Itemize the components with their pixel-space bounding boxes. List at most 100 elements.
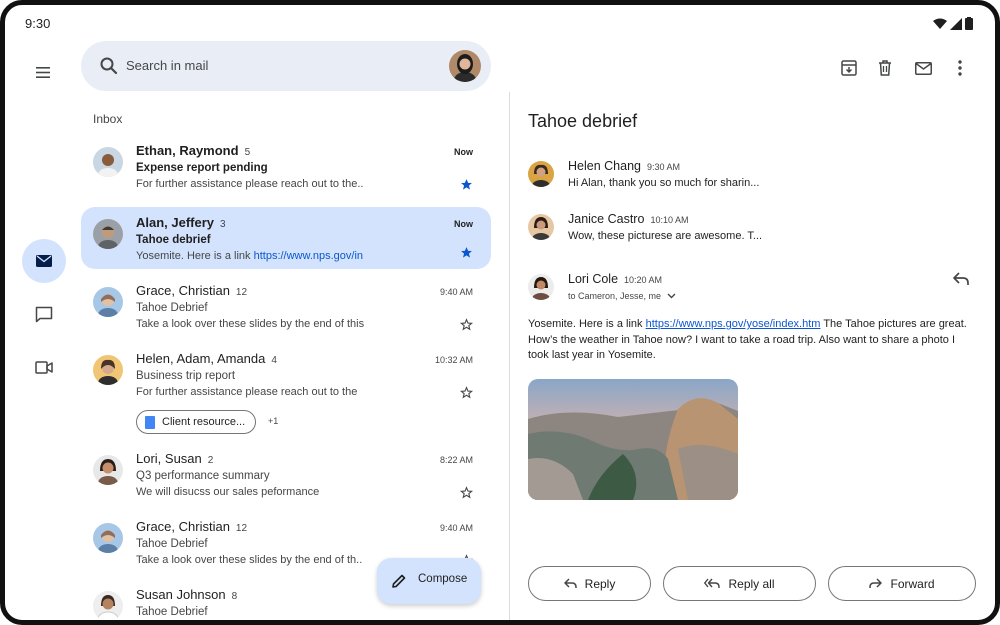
email-sender: Helen, Adam, Amanda 4 xyxy=(136,351,277,366)
status-time: 9:30 xyxy=(25,16,51,31)
delete-button[interactable] xyxy=(873,56,897,80)
message-time: 10:10 AM xyxy=(650,215,689,225)
reply-button[interactable]: Reply xyxy=(528,566,651,601)
email-row[interactable]: Grace, Christian 12 9:40 AM Tahoe Debrief… xyxy=(81,275,491,339)
message-time: 10:20 AM xyxy=(624,275,663,285)
email-subject: Tahoe Debrief xyxy=(136,302,208,314)
avatar xyxy=(528,161,554,187)
avatar xyxy=(93,219,123,249)
nav-mail[interactable] xyxy=(22,239,66,283)
star-outline-icon[interactable] xyxy=(460,486,473,499)
star-outline-icon[interactable] xyxy=(460,386,473,399)
email-snippet: Yosemite. Here is a link https://www.nps… xyxy=(136,250,364,262)
thread-count: 3 xyxy=(220,219,226,230)
mark-unread-button[interactable] xyxy=(911,56,935,80)
email-time: 9:40 AM xyxy=(439,287,473,297)
compose-label: Compose xyxy=(418,573,468,585)
signal-icon xyxy=(950,17,962,30)
avatar xyxy=(528,214,554,240)
email-row[interactable]: Lori, Susan 2 8:22 AM Q3 performance summ… xyxy=(81,443,491,507)
thread-count: 2 xyxy=(207,455,214,466)
email-row-selected[interactable]: Alan, Jeffery 3 Now Tahoe debrief Yosemit… xyxy=(81,207,491,269)
thread-message[interactable]: Helen Chang 9:30 AM Hi Alan, thank you so… xyxy=(528,159,978,191)
search-input[interactable]: Search in mail xyxy=(126,58,208,73)
avatar xyxy=(93,591,123,620)
email-time: 8:22 AM xyxy=(439,455,473,465)
pane-divider xyxy=(509,92,510,620)
star-icon[interactable] xyxy=(460,178,473,191)
thread-message-expanded[interactable]: Lori Cole 10:20 AM to Cameron, Jesse, me xyxy=(528,272,978,308)
email-snippet: Take a look over these slides by the end… xyxy=(136,554,363,566)
reply-label: Reply xyxy=(584,576,616,591)
message-sender: Helen Chang 9:30 AM xyxy=(568,159,680,173)
status-icons xyxy=(933,17,973,30)
email-subject: Tahoe Debrief xyxy=(136,606,208,618)
forward-button[interactable]: Forward xyxy=(828,566,976,601)
archive-icon xyxy=(841,60,857,76)
compose-button[interactable]: Compose xyxy=(377,558,481,604)
video-icon xyxy=(35,360,53,374)
email-row[interactable]: Ethan, Raymond 5 Now Expense report pendi… xyxy=(81,135,491,201)
forward-label: Forward xyxy=(890,576,935,591)
thread-count: 12 xyxy=(235,523,248,534)
email-time: Now xyxy=(454,219,473,229)
nav-chat[interactable] xyxy=(22,292,66,336)
message-body: Yosemite. Here is a link https://www.nps… xyxy=(528,318,967,361)
reply-all-label: Reply all xyxy=(728,576,775,591)
email-subject: Business trip report xyxy=(136,370,236,382)
trash-icon xyxy=(879,60,891,76)
email-subject: Q3 performance summary xyxy=(136,470,270,482)
chat-icon xyxy=(35,306,53,322)
more-vert-icon xyxy=(958,60,962,76)
battery-icon xyxy=(965,17,973,30)
email-snippet: For further assistance please reach out … xyxy=(136,386,358,398)
document-icon xyxy=(145,415,155,429)
email-time: 10:32 AM xyxy=(434,355,473,365)
star-icon[interactable] xyxy=(460,246,473,259)
avatar xyxy=(93,147,123,177)
attachment-name: Client resource... xyxy=(162,416,246,428)
body-link[interactable]: https://www.nps.gov/yose/index.htm xyxy=(646,318,821,330)
email-time: 9:40 AM xyxy=(439,523,473,533)
search-bar[interactable]: Search in mail xyxy=(81,41,491,91)
message-sender: Lori Cole 10:20 AM xyxy=(568,272,663,286)
email-sender: Grace, Christian 12 xyxy=(136,519,248,534)
message-snippet: Hi Alan, thank you so much for sharin... xyxy=(568,177,760,189)
nav-meet[interactable] xyxy=(22,345,66,389)
email-sender: Ethan, Raymond 5 xyxy=(136,143,251,158)
attachment-more: +1 xyxy=(268,416,279,426)
yosemite-photo[interactable] xyxy=(528,379,738,500)
thread-count: 4 xyxy=(271,355,277,366)
menu-button[interactable] xyxy=(29,58,57,86)
email-sender: Alan, Jeffery 3 xyxy=(136,215,226,230)
message-time: 9:30 AM xyxy=(646,162,680,172)
snippet-link[interactable]: https://www.nps.gov/in xyxy=(254,250,363,262)
reply-icon[interactable] xyxy=(951,269,971,289)
star-outline-icon[interactable] xyxy=(460,318,473,331)
message-snippet: Wow, these picturese are awesome. T... xyxy=(568,230,763,242)
thread-count: 5 xyxy=(244,147,251,158)
tablet-frame: 9:30 Search in mail Inbox Ethan, Raymond… xyxy=(0,0,1000,625)
more-options-button[interactable] xyxy=(948,56,972,80)
reply-all-button[interactable]: Reply all xyxy=(663,566,816,601)
email-sender: Lori, Susan 2 xyxy=(136,451,214,466)
avatar xyxy=(93,455,123,485)
email-row[interactable]: Helen, Adam, Amanda 4 10:32 AM Business t… xyxy=(81,343,491,439)
avatar xyxy=(93,287,123,317)
email-sender: Grace, Christian 12 xyxy=(136,283,248,298)
avatar xyxy=(528,274,554,300)
thread-message[interactable]: Janice Castro 10:10 AM Wow, these picture… xyxy=(528,212,978,244)
reply-all-icon xyxy=(704,578,721,588)
archive-button[interactable] xyxy=(837,56,861,80)
inbox-label: Inbox xyxy=(93,112,123,126)
envelope-icon xyxy=(914,61,932,75)
account-avatar[interactable] xyxy=(449,50,481,82)
message-sender: Janice Castro 10:10 AM xyxy=(568,212,689,226)
thread-count: 8 xyxy=(231,591,238,602)
attachment-chip[interactable]: Client resource... xyxy=(136,410,257,434)
thread-count: 12 xyxy=(235,287,248,298)
avatar xyxy=(93,355,123,385)
wifi-icon xyxy=(933,18,947,29)
recipients[interactable]: to Cameron, Jesse, me xyxy=(568,291,676,301)
email-subject: Tahoe Debrief xyxy=(136,538,208,550)
